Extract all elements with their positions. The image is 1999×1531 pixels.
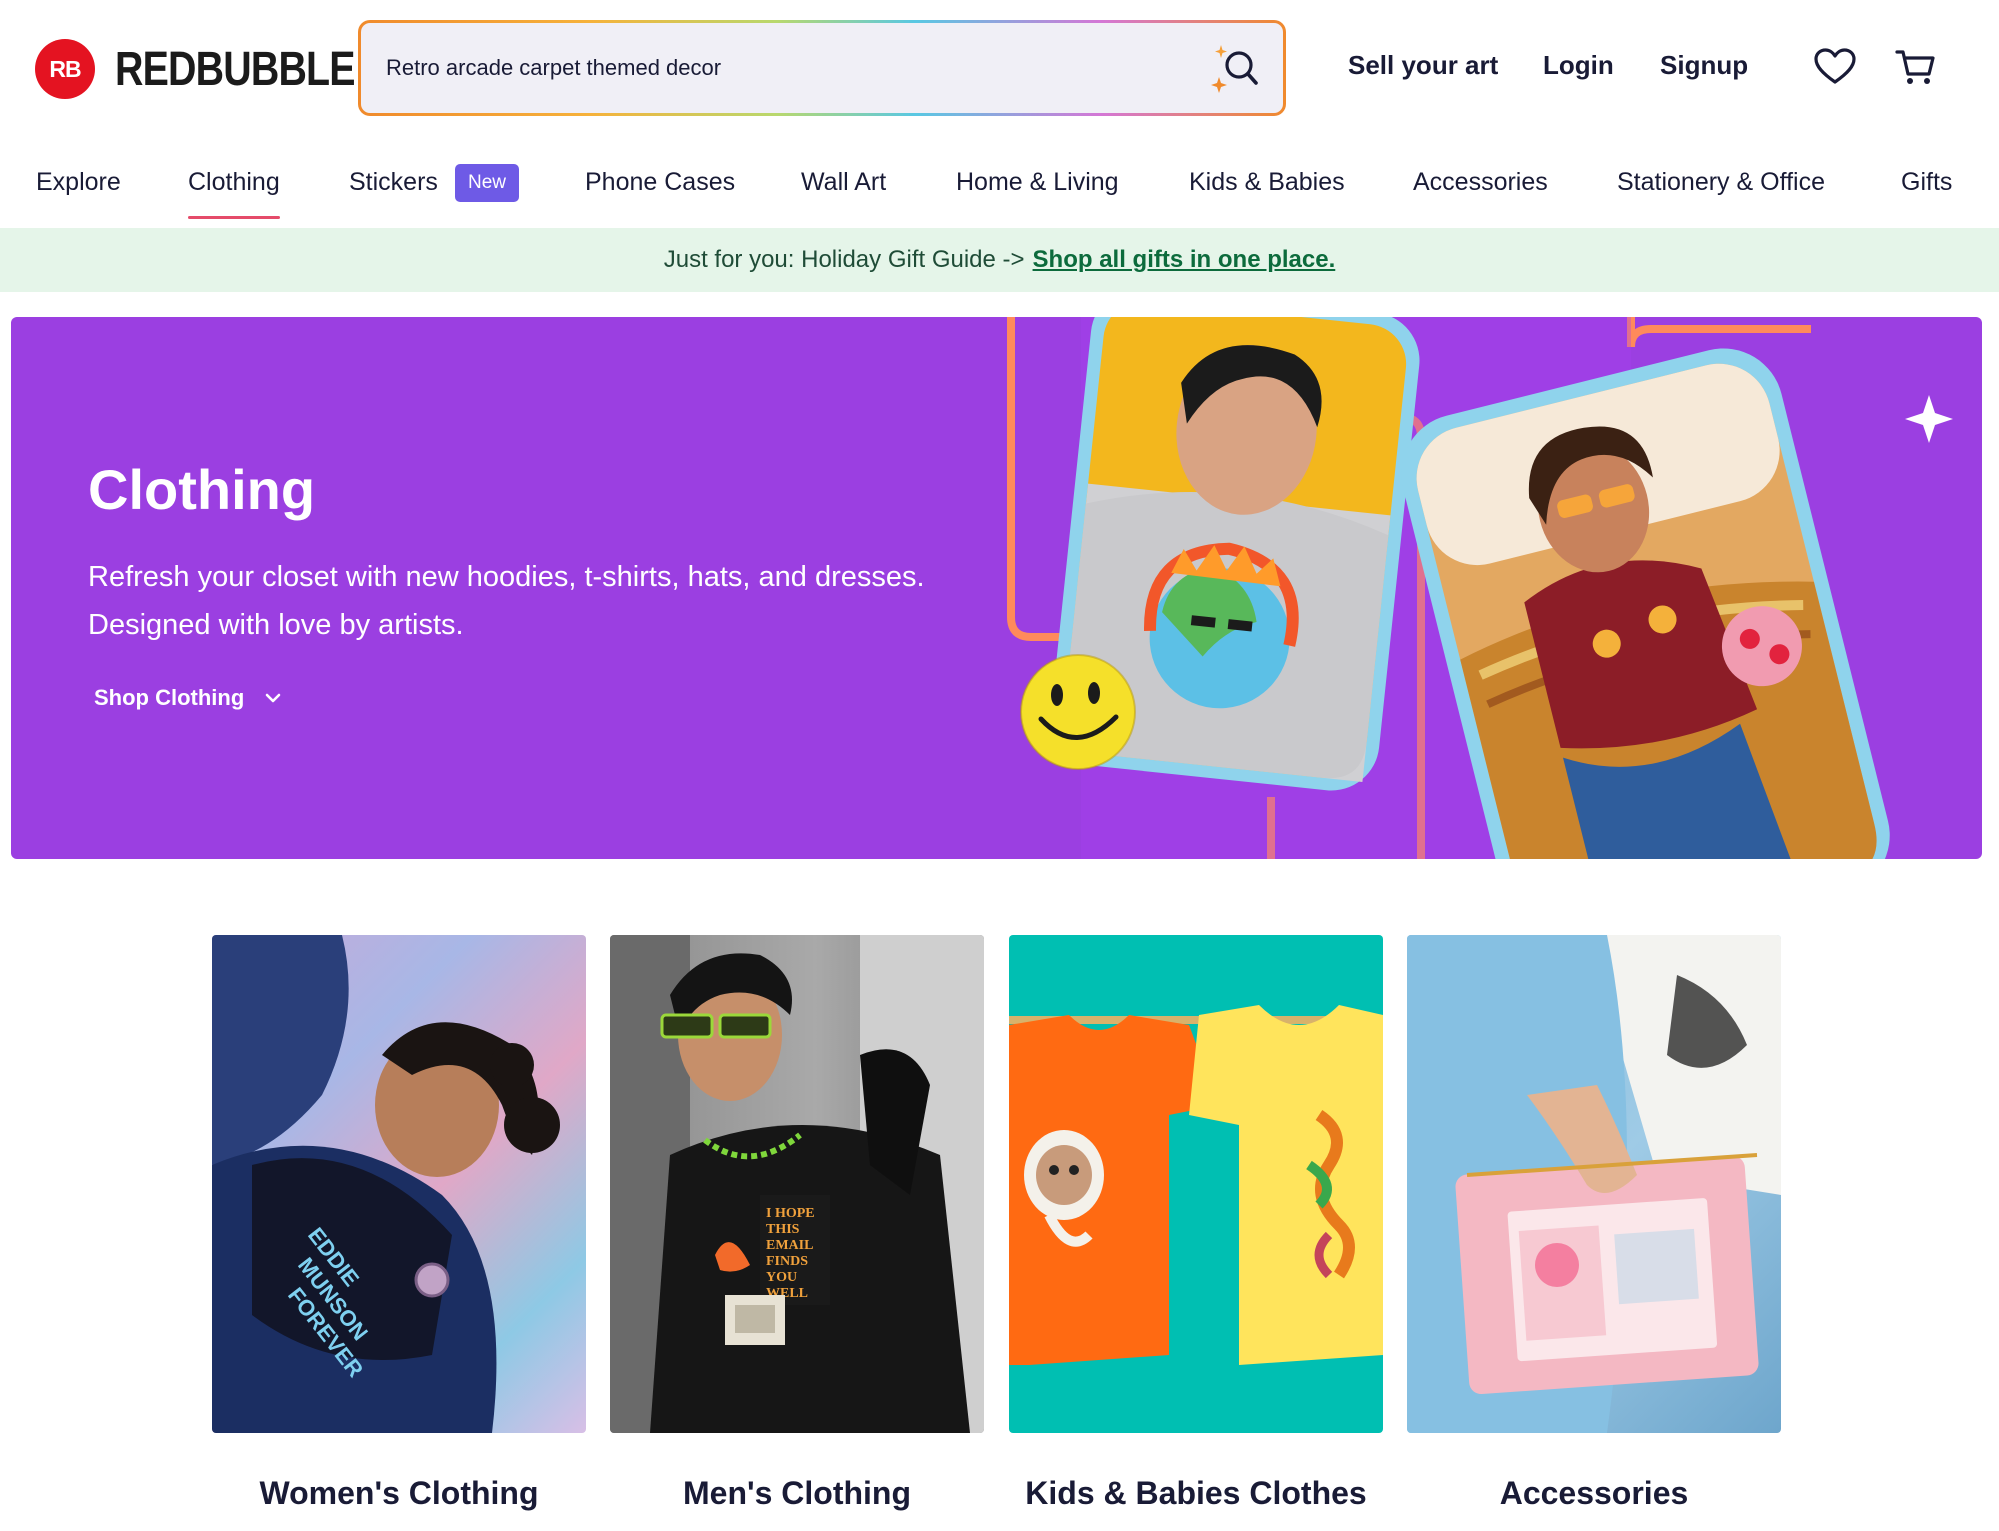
signup-link[interactable]: Signup [1660, 50, 1748, 90]
nav-item-kids-babies[interactable]: Kids & Babies [1189, 168, 1345, 197]
nav-item-home-living[interactable]: Home & Living [956, 168, 1119, 197]
svg-text:FINDS: FINDS [766, 1254, 808, 1269]
category-card-mens-clothing[interactable]: I HOPE THIS EMAIL FINDS YOU WELL Men's C… [610, 935, 984, 1511]
new-badge: New [455, 164, 520, 202]
hero-banner: Clothing Refresh your closet with new ho… [11, 317, 1982, 859]
nav-item-stickers[interactable]: Stickers [349, 168, 438, 197]
hero-title: Clothing [88, 458, 316, 521]
womens-clothing-label: Women's Clothing [259, 1475, 539, 1511]
nav-item-phone-cases[interactable]: Phone Cases [585, 168, 735, 197]
shop-clothing-button[interactable]: Shop Clothing [94, 685, 282, 711]
search-input[interactable] [386, 23, 1166, 113]
search-bar [358, 20, 1286, 116]
mens-clothing-label: Men's Clothing [682, 1475, 912, 1511]
accessories-label: Accessories [1499, 1475, 1689, 1511]
nav-item-stationery-office[interactable]: Stationery & Office [1617, 168, 1825, 197]
nav-item-accessories[interactable]: Accessories [1413, 168, 1548, 197]
svg-text:YOU: YOU [766, 1270, 797, 1285]
sparkle-search-icon[interactable] [1209, 43, 1261, 95]
nav-item-clothing[interactable]: Clothing [188, 168, 280, 219]
kids-babies-image [1009, 935, 1383, 1433]
heart-icon[interactable] [1812, 44, 1858, 90]
redbubble-logo[interactable]: RB REDBUBBLE [35, 38, 407, 100]
cart-icon[interactable] [1893, 44, 1939, 90]
nav-item-wall-art[interactable]: Wall Art [801, 168, 886, 197]
svg-text:EMAIL: EMAIL [766, 1238, 813, 1253]
category-card-kids-babies[interactable]: Kids & Babies Clothes [1009, 935, 1383, 1511]
category-card-womens-clothing[interactable]: EDDIE MUNSON FOREVER Women's Clothing [212, 935, 586, 1511]
site-header: RB REDBUBBLE Sell your art Login Signup [0, 0, 1999, 138]
category-nav: Explore Clothing Stickers Phone Cases Wa… [0, 150, 1999, 228]
shop-clothing-label: Shop Clothing [94, 685, 245, 710]
login-link[interactable]: Login [1543, 50, 1614, 90]
hero-illustration [1007, 317, 1953, 859]
womens-clothing-image: EDDIE MUNSON FOREVER [212, 935, 586, 1433]
hero-description: Refresh your closet with new hoodies, t-… [88, 561, 925, 641]
nav-item-gifts[interactable]: Gifts [1901, 168, 1952, 197]
promo-text: Just for you: Holiday Gift Guide -> [663, 246, 1025, 273]
category-card-accessories[interactable]: Accessories [1407, 935, 1781, 1511]
sell-your-art-link[interactable]: Sell your art [1348, 50, 1498, 90]
svg-text:THIS: THIS [766, 1222, 800, 1237]
logo-wordmark: REDBUBBLE [115, 42, 356, 96]
promo-banner: Just for you: Holiday Gift Guide -> Shop… [0, 228, 1999, 292]
nav-item-explore[interactable]: Explore [36, 168, 121, 197]
kids-babies-label: Kids & Babies Clothes [1025, 1475, 1367, 1511]
svg-text:I HOPE: I HOPE [766, 1206, 815, 1221]
chevron-down-icon [265, 693, 281, 703]
promo-link[interactable]: Shop all gifts in one place. [1033, 246, 1336, 274]
accessories-image [1407, 935, 1781, 1433]
mens-clothing-image: I HOPE THIS EMAIL FINDS YOU WELL [610, 935, 984, 1433]
logo-mark: RB [35, 39, 95, 99]
